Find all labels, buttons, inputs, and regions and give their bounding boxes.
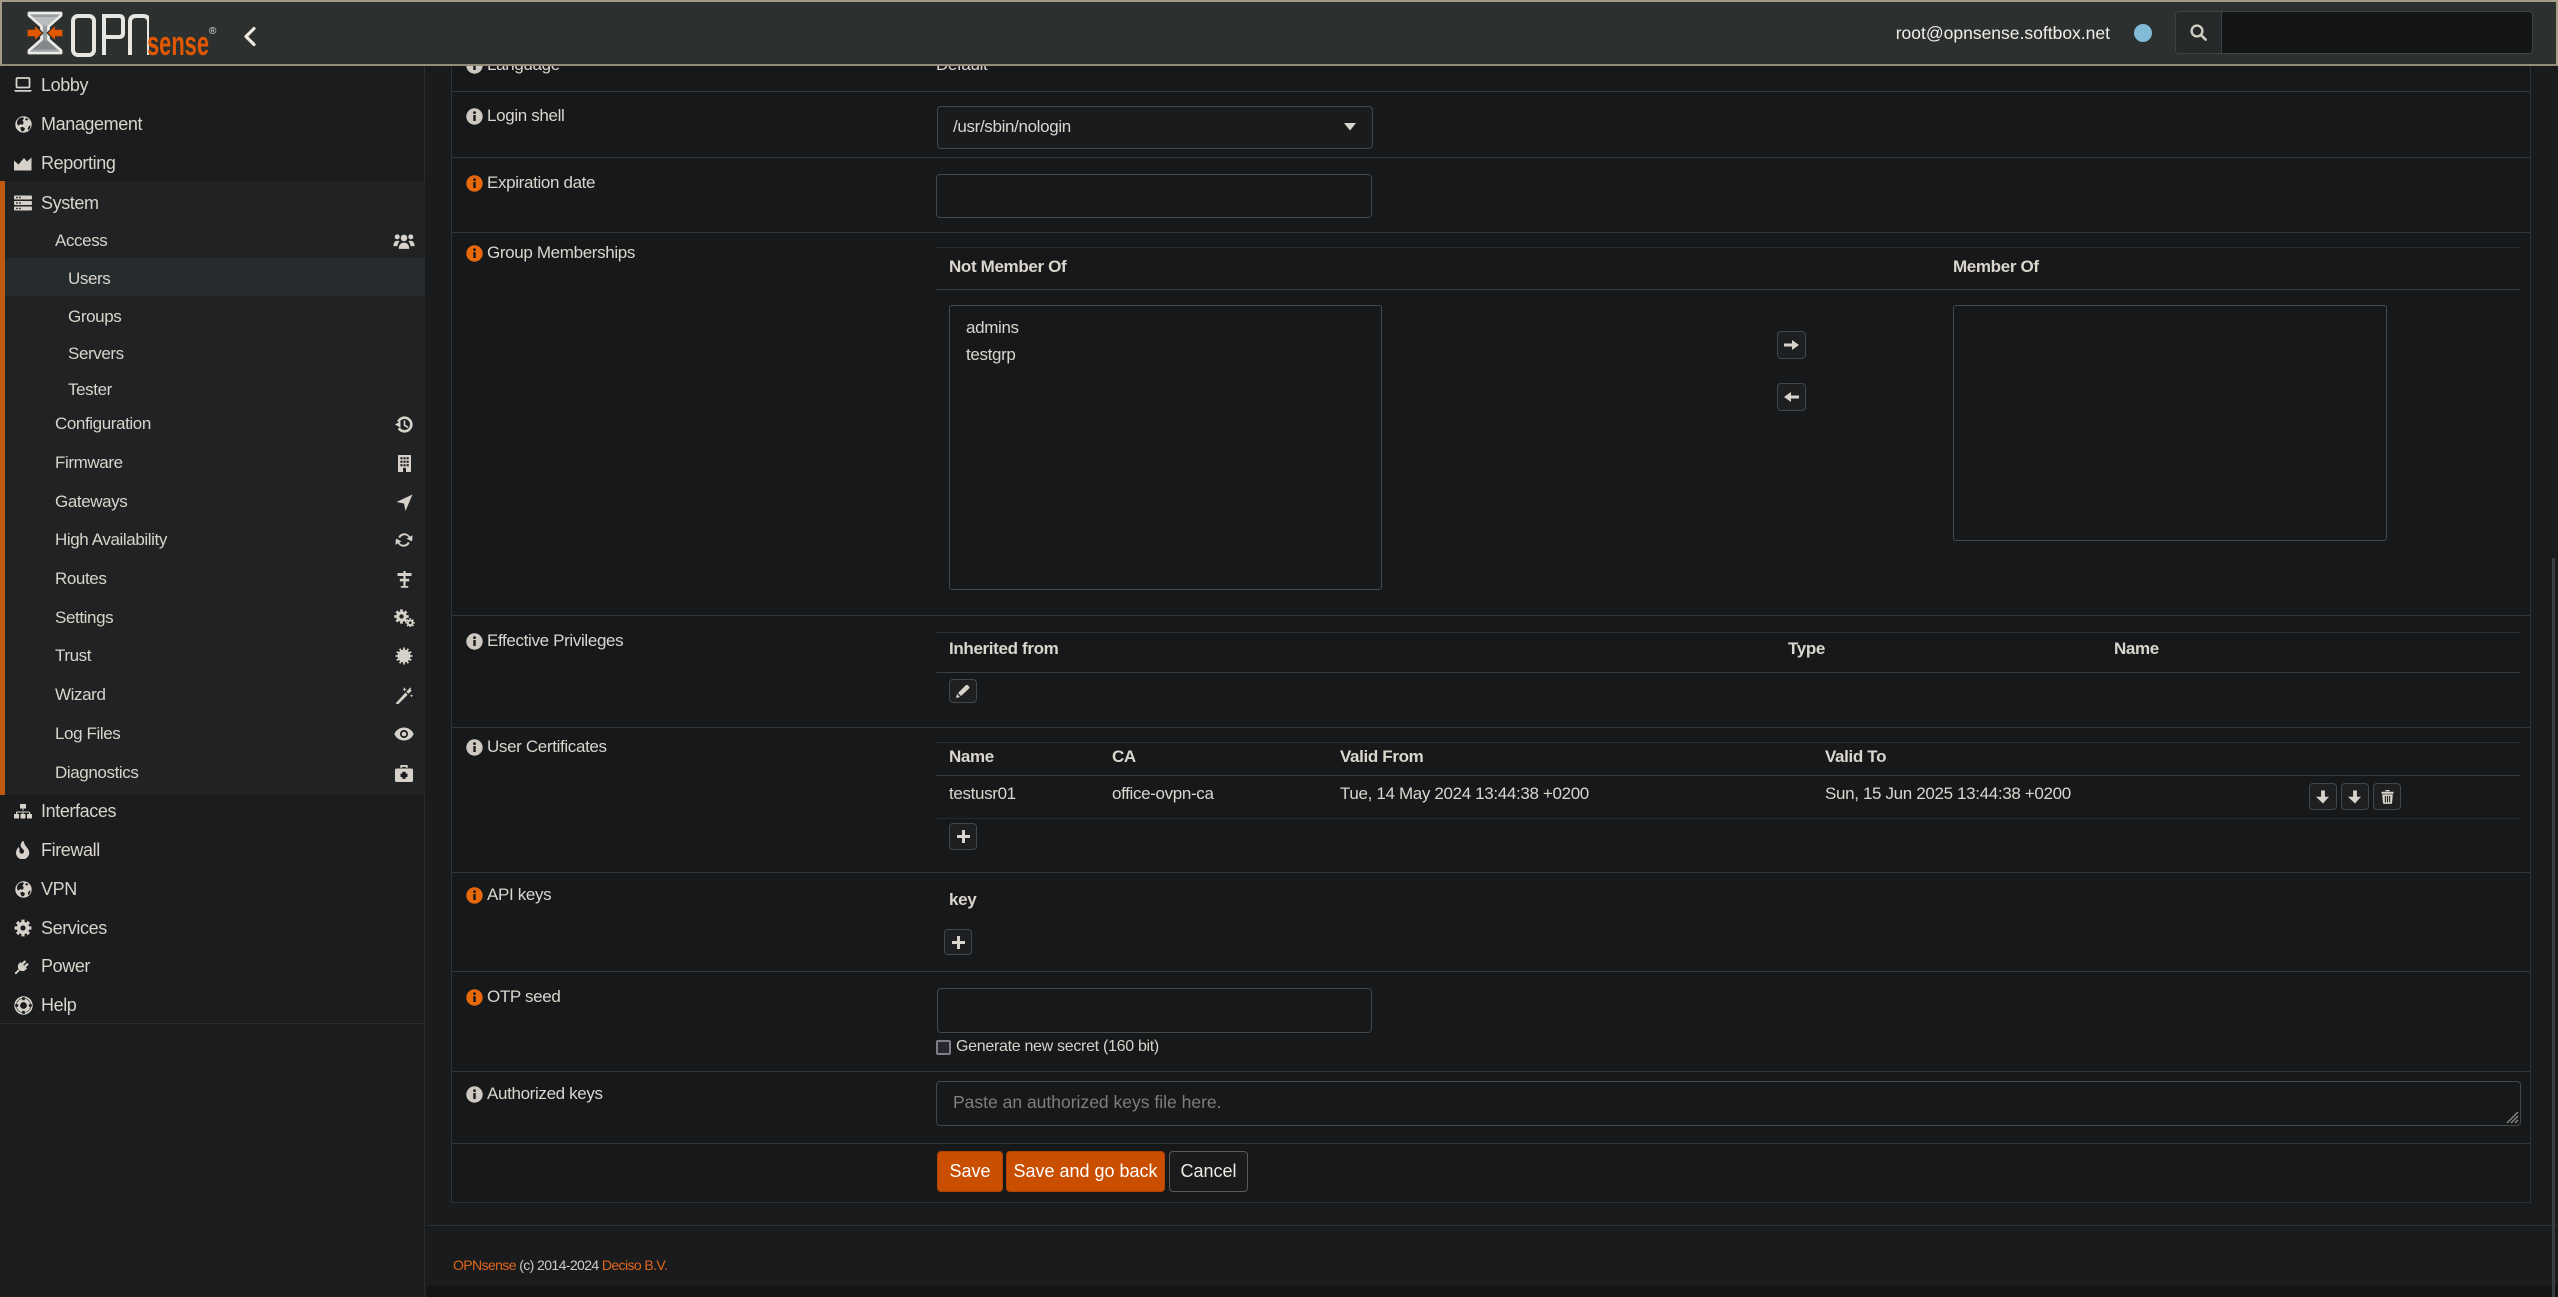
svg-text:sense: sense xyxy=(147,25,209,58)
